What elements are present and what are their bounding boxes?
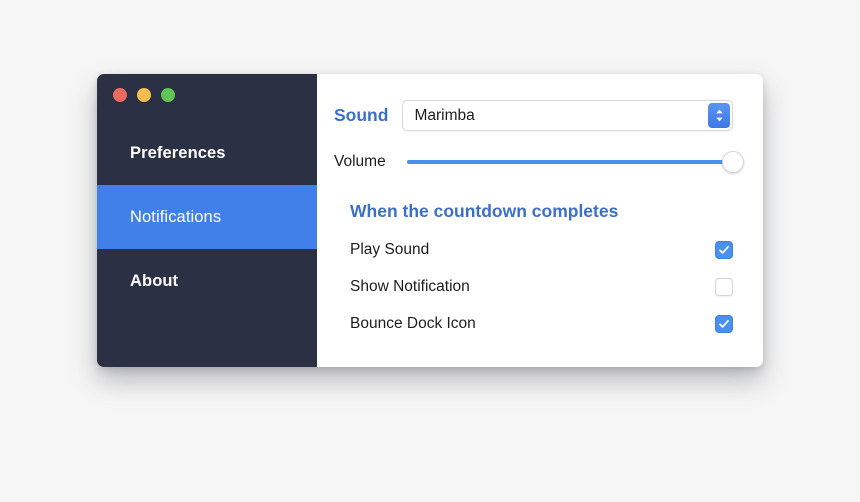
sound-select[interactable]: Marimba <box>402 100 733 131</box>
preferences-window: Preferences Notifications About Sound Ma… <box>97 74 763 367</box>
minimize-window-icon[interactable] <box>137 88 151 102</box>
checkbox-show-notification[interactable] <box>715 278 733 296</box>
volume-slider-fill <box>406 160 733 164</box>
option-row-play-sound[interactable]: Play Sound <box>334 241 733 259</box>
sidebar-item-label: About <box>130 271 179 290</box>
volume-slider-thumb[interactable] <box>722 151 744 173</box>
checkbox-play-sound[interactable] <box>715 241 733 259</box>
volume-slider[interactable] <box>406 151 744 173</box>
sidebar-item-notifications[interactable]: Notifications <box>97 185 317 249</box>
sound-section-label: Sound <box>334 105 389 125</box>
volume-row: Volume <box>334 151 744 173</box>
sidebar-nav: Preferences Notifications About <box>97 121 317 313</box>
close-window-icon[interactable] <box>113 88 127 102</box>
sidebar-item-label: Notifications <box>130 207 222 226</box>
sound-select-value: Marimba <box>414 106 475 124</box>
window-traffic-lights <box>97 74 317 104</box>
sidebar: Preferences Notifications About <box>97 74 317 367</box>
option-label: Bounce Dock Icon <box>350 315 476 332</box>
option-row-bounce-dock-icon[interactable]: Bounce Dock Icon <box>334 315 733 333</box>
sidebar-item-preferences[interactable]: Preferences <box>97 121 317 185</box>
sidebar-item-label: Preferences <box>130 143 226 162</box>
sidebar-item-about[interactable]: About <box>97 249 317 313</box>
sound-row: Sound Marimba <box>334 100 733 131</box>
maximize-window-icon[interactable] <box>161 88 175 102</box>
volume-label: Volume <box>334 153 386 170</box>
option-label: Play Sound <box>350 241 430 258</box>
checkbox-bounce-dock-icon[interactable] <box>715 315 733 333</box>
option-label: Show Notification <box>350 278 470 295</box>
notifications-panel: Sound Marimba Volume When the countdown … <box>317 74 763 367</box>
completion-heading: When the countdown completes <box>350 201 619 221</box>
option-row-show-notification[interactable]: Show Notification <box>334 278 733 296</box>
chevron-up-down-icon[interactable] <box>708 103 730 128</box>
